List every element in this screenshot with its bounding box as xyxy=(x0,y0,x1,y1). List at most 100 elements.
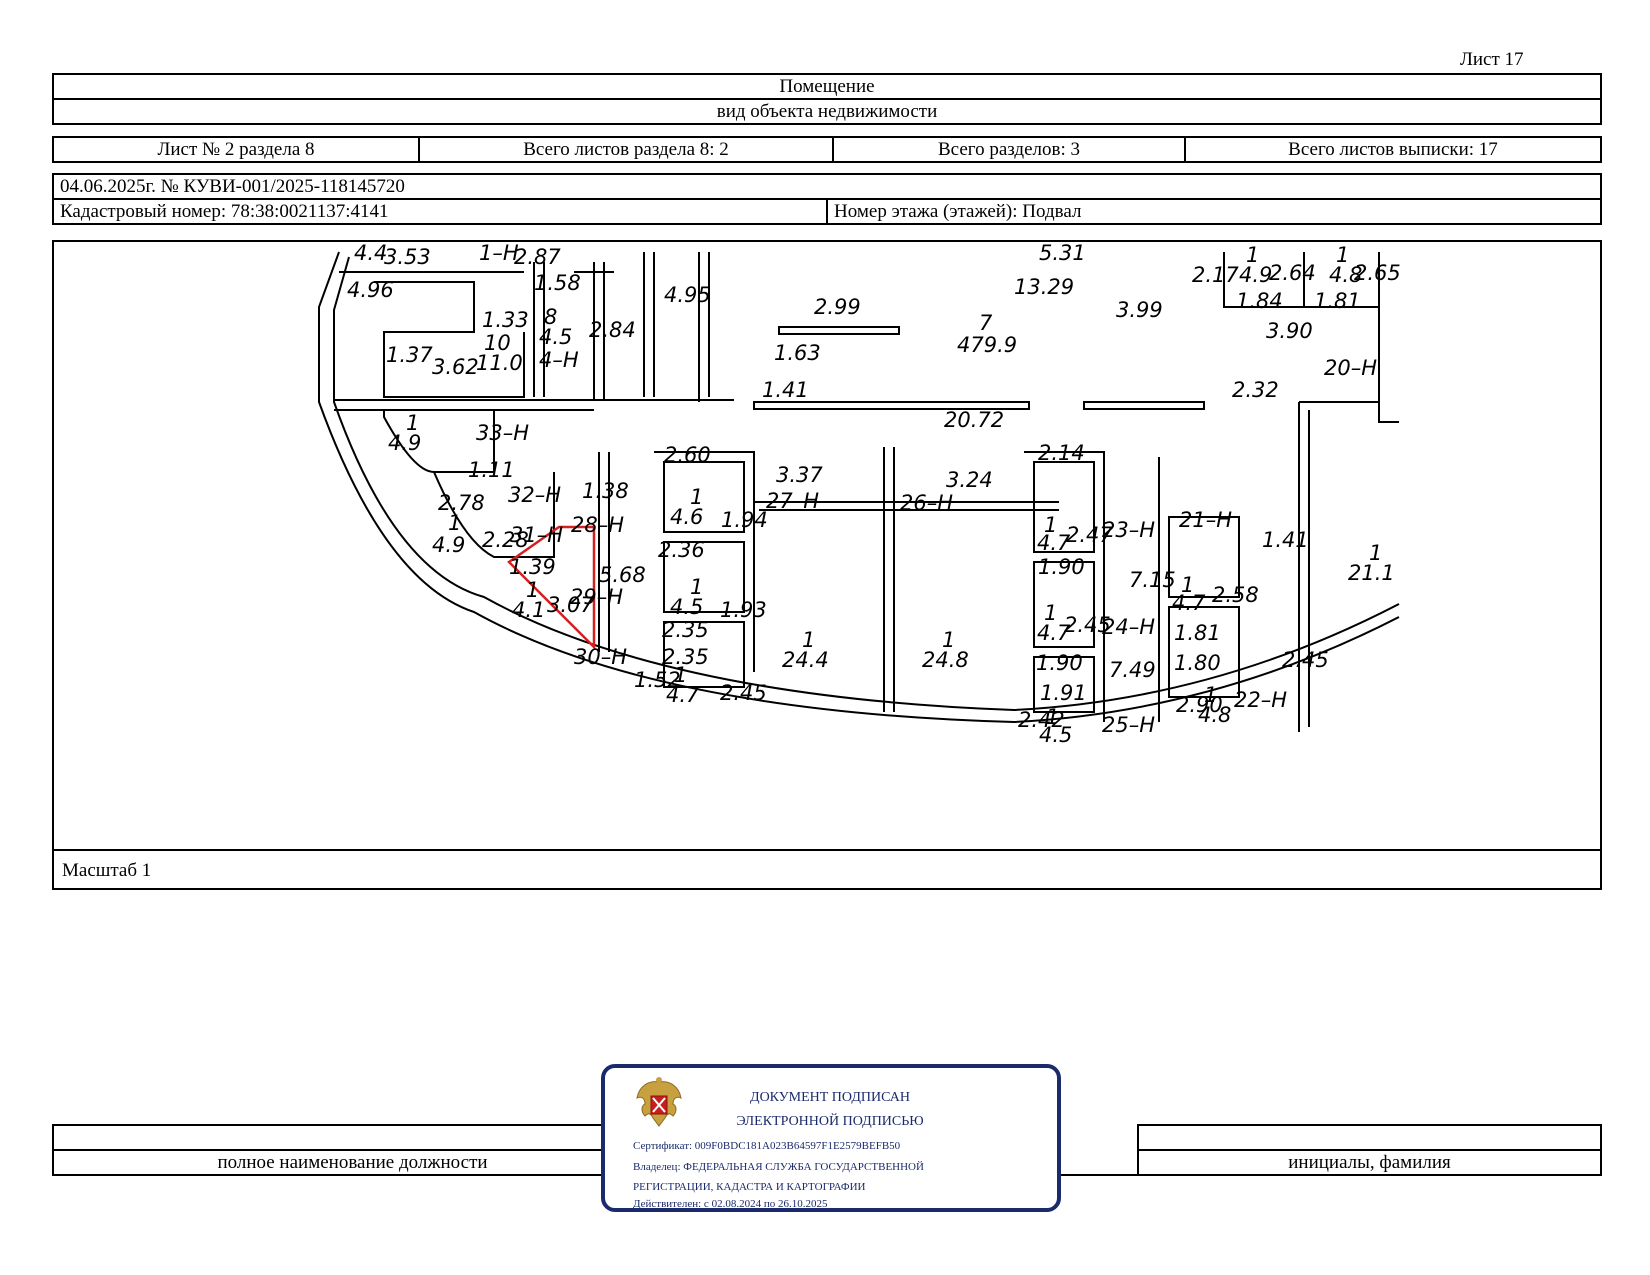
plan-label: 1.41 xyxy=(1262,528,1309,552)
plan-label: 25–Н xyxy=(1102,713,1155,737)
plan-label: 33–Н xyxy=(476,421,529,445)
plan-label: 7.49 xyxy=(1109,658,1156,682)
plan-label: 1–Н xyxy=(479,242,519,265)
sheet-of-section: Лист № 2 раздела 8 xyxy=(52,136,420,163)
plan-label: 28–Н xyxy=(571,513,624,537)
plan-label: 2.32 xyxy=(1232,378,1279,402)
floor-plan: 4.4 3.53 1–Н 2.87 4.96 1.58 1.33 8 4.5 2… xyxy=(318,242,1401,747)
electronic-signature-stamp: ДОКУМЕНТ ПОДПИСАН ЭЛЕКТРОННОЙ ПОДПИСЬЮ С… xyxy=(601,1064,1061,1212)
plan-label: 5.68 xyxy=(599,563,646,587)
plan-label: 1.90 xyxy=(1036,651,1083,675)
stamp-title-line1: ДОКУМЕНТ ПОДПИСАН xyxy=(750,1090,910,1105)
name-blank xyxy=(1137,1124,1602,1151)
plan-label: 29–Н xyxy=(570,585,623,609)
plan-label: 4.6 xyxy=(670,505,703,529)
plan-label: 30–Н xyxy=(574,645,627,669)
plan-label: 27–Н xyxy=(766,489,819,513)
plan-label: 2.36 xyxy=(658,538,705,562)
stamp-certificate: Сертификат: 009F0BDC181A023B64597F1E2579… xyxy=(633,1140,901,1152)
doc-info-table: 04.06.2025г. № КУВИ-001/2025-118145720 К… xyxy=(52,173,1602,225)
plan-label: 3.99 xyxy=(1116,298,1163,322)
plan-label: 1.11 xyxy=(468,458,515,482)
plan-label: 2.65 xyxy=(1354,261,1401,285)
plan-label: 1.93 xyxy=(720,598,767,622)
plan-divider xyxy=(52,849,1602,851)
stamp-owner-line1: Владелец: ФЕДЕРАЛЬНАЯ СЛУЖБА ГОСУДАРСТВЕ… xyxy=(633,1161,924,1173)
plan-label: 21.1 xyxy=(1348,561,1395,585)
plan-label: 1.94 xyxy=(721,508,768,532)
plan-label: 1 xyxy=(448,511,461,535)
plan-label: 20–Н xyxy=(1324,356,1377,380)
plan-label: 2.99 xyxy=(814,295,861,319)
plan-label: 2.45 xyxy=(1282,648,1329,672)
plan-label: 26–Н xyxy=(900,491,953,515)
plan-label: 2.64 xyxy=(1269,261,1316,285)
plan-label: 1.52 xyxy=(634,668,681,692)
plan-label: 4.5 xyxy=(1039,723,1072,747)
plan-label: 1.91 xyxy=(1040,681,1087,705)
date-number: 04.06.2025г. № КУВИ-001/2025-118145720 xyxy=(52,173,1602,200)
object-type: Помещение xyxy=(52,73,1602,100)
plan-label: 7 xyxy=(979,311,993,335)
plan-label: 1.33 xyxy=(482,308,529,332)
plan-label: 1.58 xyxy=(534,271,581,295)
plan-label: 21–Н xyxy=(1179,508,1232,532)
plan-label: 22–Н xyxy=(1234,688,1287,712)
coat-of-arms-icon xyxy=(636,1077,682,1127)
plan-label: 1.41 xyxy=(762,378,809,402)
plan-label: 2.78 xyxy=(438,491,485,515)
sheets-table: Лист № 2 раздела 8 Всего листов раздела … xyxy=(52,136,1602,163)
plan-label: 4.9 xyxy=(1239,263,1272,287)
plan-label: 1.39 xyxy=(509,555,556,579)
plan-label: 3.24 xyxy=(946,468,993,492)
plan-label: 20.72 xyxy=(944,408,1004,432)
plan-label: 24.8 xyxy=(922,648,969,672)
total-sheets-extract: Всего листов выписки: 17 xyxy=(1184,136,1602,163)
plan-label: 4.7 xyxy=(1172,591,1206,615)
position-caption: полное наименование должности xyxy=(52,1149,653,1176)
plan-label: 1.84 xyxy=(1236,289,1283,313)
plan-label: 4.95 xyxy=(664,283,711,307)
plan-label: 5.31 xyxy=(1039,242,1086,265)
total-sections: Всего разделов: 3 xyxy=(832,136,1186,163)
plan-label: 2.87 xyxy=(514,245,561,269)
plan-label: 32–Н xyxy=(508,483,561,507)
plan-label: 1.80 xyxy=(1174,651,1221,675)
plan-label: 23–Н xyxy=(1102,518,1155,542)
plan-dimension-labels: 4.4 3.53 1–Н 2.87 4.96 1.58 1.33 8 4.5 2… xyxy=(347,242,1401,747)
plan-label: 4.96 xyxy=(347,278,394,302)
plan-label: 3.37 xyxy=(776,463,823,487)
object-header-table: Помещение вид объекта недвижимости xyxy=(52,73,1602,125)
plan-label: 24–Н xyxy=(1102,615,1155,639)
plan-label: 4.9 xyxy=(432,533,465,557)
plan-label: 4.5 xyxy=(539,325,572,349)
plan-label: 11.0 xyxy=(476,351,523,375)
plan-label: 3.62 xyxy=(432,355,479,379)
plan-label: 1.81 xyxy=(1174,621,1221,645)
scale-label: Масштаб 1 xyxy=(62,860,152,881)
plan-label: 4–Н xyxy=(539,348,579,372)
total-sheets-section: Всего листов раздела 8: 2 xyxy=(418,136,834,163)
plan-label: 2.17 xyxy=(1192,263,1239,287)
plan-label: 4.8 xyxy=(1198,703,1231,727)
plan-label: 4.5 xyxy=(670,595,703,619)
plan-label: 3.90 xyxy=(1266,319,1313,343)
plan-label: 2.60 xyxy=(664,443,711,467)
stamp-validity: Действителен: с 02.08.2024 по 26.10.2025 xyxy=(633,1198,828,1210)
plan-label: 4.1 xyxy=(512,598,545,622)
stamp-title-line2: ЭЛЕКТРОННОЙ ПОДПИСЬЮ xyxy=(736,1114,924,1129)
outer-wall xyxy=(318,251,1400,724)
plan-label: 4.9 xyxy=(388,431,421,455)
plan-label: 31–Н xyxy=(510,523,563,547)
plan-label: 2.58 xyxy=(1212,583,1259,607)
name-caption: инициалы, фамилия xyxy=(1137,1149,1602,1176)
plan-label: 1.81 xyxy=(1314,289,1361,313)
plan-label: 7.15 xyxy=(1129,568,1176,592)
plan-label: 1.90 xyxy=(1038,555,1085,579)
stamp-owner-line2: РЕГИСТРАЦИИ, КАДАСТРА И КАРТОГРАФИИ xyxy=(633,1181,866,1193)
plan-label: 2.35 xyxy=(662,618,709,642)
plan-label: 2.45 xyxy=(720,681,767,705)
plan-label: 1.37 xyxy=(386,343,433,367)
position-blank xyxy=(52,1124,653,1151)
floor-number: Номер этажа (этажей): Подвал xyxy=(826,198,1602,225)
